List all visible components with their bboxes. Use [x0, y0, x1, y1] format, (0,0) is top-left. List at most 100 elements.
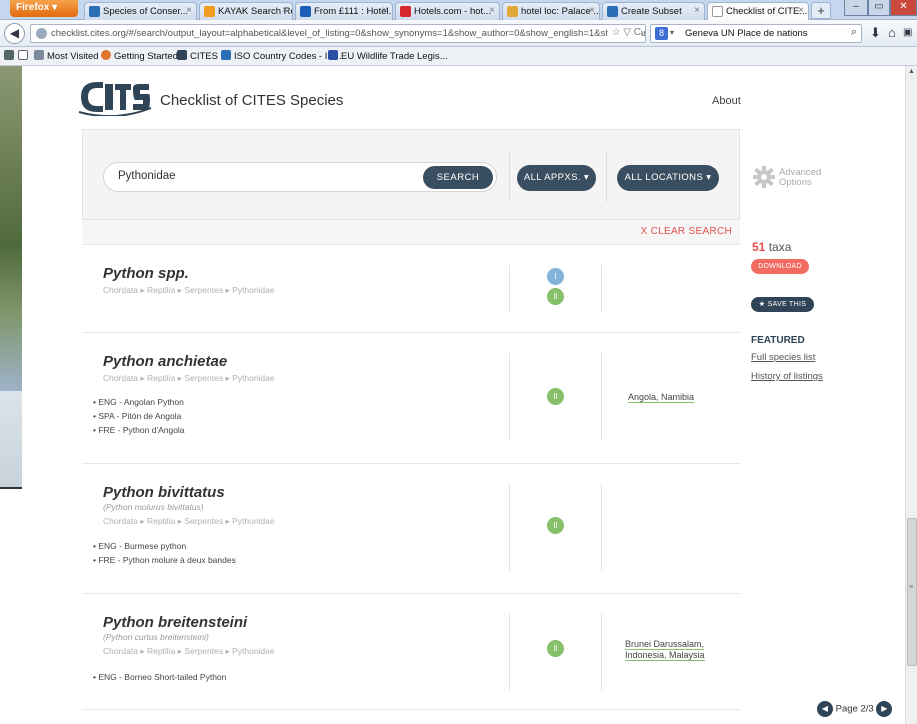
tab-close-icon[interactable]: × — [489, 5, 495, 16]
species-name[interactable]: Python bivittatus — [103, 484, 225, 501]
divider — [509, 265, 510, 312]
location-filter-dropdown[interactable]: ALL LOCATIONS ▾ — [617, 165, 719, 191]
about-link[interactable]: About — [712, 95, 741, 107]
appendix-filter-dropdown[interactable]: ALL APPXS. ▾ — [517, 165, 596, 191]
tab-close-icon[interactable]: × — [382, 5, 388, 16]
taxon-link[interactable]: Chordata — [103, 373, 138, 383]
bookmark-label: Getting Started — [114, 51, 178, 62]
taxon-link[interactable]: Reptilia — [147, 373, 175, 383]
appendix-badge[interactable]: I — [547, 268, 564, 285]
previous-page-button[interactable]: ◀ — [817, 701, 833, 717]
featured-heading: FEATURED — [751, 335, 805, 346]
tab-close-icon[interactable]: × — [589, 5, 595, 16]
search-icon[interactable]: ⌕ — [851, 26, 857, 39]
download-button[interactable]: DOWNLOAD — [751, 259, 809, 274]
search-engine-icon[interactable]: 8 — [655, 27, 668, 40]
browser-tab[interactable]: Create Subset × — [602, 2, 705, 20]
next-page-button[interactable]: ▶ — [876, 701, 893, 717]
full-species-list-link[interactable]: Full species list — [751, 352, 815, 363]
tab-close-icon[interactable]: × — [282, 5, 288, 16]
taxon-link[interactable]: Reptilia — [147, 646, 175, 656]
browser-tab[interactable]: From £111 : Hotel... × — [295, 2, 393, 20]
tab-close-icon[interactable]: × — [798, 5, 804, 16]
clear-search-link[interactable]: X CLEAR SEARCH — [641, 226, 732, 237]
url-bar[interactable]: checklist.cites.org/#/search/output_layo… — [30, 24, 646, 43]
new-tab-button[interactable]: + — [811, 2, 831, 19]
appendix-badge[interactable]: II — [547, 288, 564, 305]
firefox-menu-button[interactable]: Firefox ▾ — [10, 0, 78, 17]
taxon-link[interactable]: Chordata — [103, 285, 138, 295]
bookmark-toolbar-icon[interactable] — [18, 50, 31, 62]
taxon-link[interactable]: Pythonidae — [232, 373, 275, 383]
advanced-options-link[interactable]: Advanced Options — [779, 168, 821, 188]
common-name: • FRE - Python d'Angola — [93, 425, 185, 435]
home-icon[interactable]: ⌂ — [888, 25, 896, 40]
bookmark-label: EU Wildlife Trade Legis... — [341, 51, 448, 62]
species-name[interactable]: Python spp. — [103, 265, 189, 282]
menu-icon[interactable]: ▣ — [903, 27, 912, 38]
search-input[interactable] — [118, 170, 408, 182]
browser-nav-bar: ◀ checklist.cites.org/#/search/output_la… — [0, 20, 917, 47]
site-identity-icon[interactable] — [36, 28, 47, 39]
browser-tab[interactable]: Species of Conser... × — [84, 2, 197, 20]
appendix-badge[interactable]: II — [547, 517, 564, 534]
bookmark-eu-wildlife[interactable]: EU Wildlife Trade Legis... — [328, 50, 448, 62]
bookmark-label: ISO Country Codes - IS... — [234, 51, 342, 62]
gear-icon[interactable] — [753, 166, 775, 188]
background-photo — [0, 66, 22, 391]
bookmark-iso[interactable]: ISO Country Codes - IS... — [221, 50, 342, 62]
tab-favicon-icon — [204, 6, 215, 17]
divider — [509, 353, 510, 441]
cites-logo[interactable] — [77, 78, 153, 116]
taxon-link[interactable]: Chordata — [103, 646, 138, 656]
taxon-link[interactable]: Pythonidae — [232, 516, 275, 526]
tab-favicon-icon — [89, 6, 100, 17]
taxon-link[interactable]: Serpentes — [184, 373, 223, 383]
scroll-up-icon[interactable]: ▲ — [908, 68, 915, 75]
url-bar-controls[interactable]: ☆ ▽ C — [607, 27, 641, 38]
download-arrow-icon[interactable]: ⬇ — [870, 25, 881, 41]
window-maximize-button[interactable]: ▭ — [868, 0, 890, 16]
taxonomy-path: Chordata ▸ Reptilia ▸ Serpentes ▸ Python… — [103, 373, 275, 383]
species-name[interactable]: Python breitensteini — [103, 614, 247, 631]
browser-search-bar[interactable]: 8 ▾ Geneva UN Place de nations ⌕ — [650, 24, 862, 43]
browser-tab[interactable]: KAYAK Search Re...× — [199, 2, 293, 20]
browser-tab[interactable]: hotel loc: Palace ... × — [502, 2, 600, 20]
save-search-button[interactable]: ★ SAVE THIS — [751, 297, 814, 312]
tab-favicon-icon — [400, 6, 411, 17]
browser-tab-active[interactable]: Checklist of CITE... × — [707, 2, 809, 20]
taxon-link[interactable]: Reptilia — [147, 516, 175, 526]
bookmark-most-visited[interactable]: Most Visited — [34, 50, 99, 62]
bookmark-getting-started[interactable]: Getting Started — [101, 50, 178, 62]
common-name: • SPA - Pitón de Angola — [93, 411, 182, 421]
scrollbar-thumb[interactable] — [907, 518, 917, 666]
taxon-link[interactable]: Reptilia — [147, 285, 175, 295]
page-scrollbar[interactable]: ▲ ≡ — [905, 66, 917, 724]
site-title[interactable]: Checklist of CITES Species — [160, 92, 343, 109]
common-name: • ENG - Borneo Short-tailed Python — [93, 672, 227, 682]
chevron-down-icon[interactable]: ▾ — [670, 28, 674, 37]
distribution-list[interactable]: Brunei Darussalam, Indonesia, Malaysia — [625, 639, 735, 661]
back-button[interactable]: ◀ — [4, 23, 25, 44]
taxon-link[interactable]: Chordata — [103, 516, 138, 526]
result-item: Python anchietae Chordata ▸ Reptilia ▸ S… — [82, 333, 740, 464]
result-item: Python breitensteini (Python curtus brei… — [82, 594, 740, 710]
search-button[interactable]: SEARCH — [423, 166, 493, 189]
appendix-badge[interactable]: II — [547, 388, 564, 405]
window-minimize-button[interactable]: – — [844, 0, 868, 16]
appendix-badge[interactable]: II — [547, 640, 564, 657]
taxon-link[interactable]: Pythonidae — [232, 285, 275, 295]
history-of-listings-link[interactable]: History of listings — [751, 371, 823, 382]
taxon-link[interactable]: Serpentes — [184, 646, 223, 656]
window-close-button[interactable]: ✕ — [890, 0, 917, 16]
taxon-link[interactable]: Pythonidae — [232, 646, 275, 656]
bookmark-cites[interactable]: CITES — [177, 50, 218, 62]
tab-close-icon[interactable]: × — [186, 5, 192, 16]
taxon-link[interactable]: Serpentes — [184, 285, 223, 295]
tab-close-icon[interactable]: × — [694, 5, 700, 16]
distribution-list[interactable]: Angola, Namibia — [606, 392, 716, 403]
taxon-link[interactable]: Serpentes — [184, 516, 223, 526]
bookmark-toolbar-icon[interactable] — [4, 50, 17, 62]
browser-tab[interactable]: Hotels.com - hot... × — [395, 2, 500, 20]
species-name[interactable]: Python anchietae — [103, 353, 227, 370]
